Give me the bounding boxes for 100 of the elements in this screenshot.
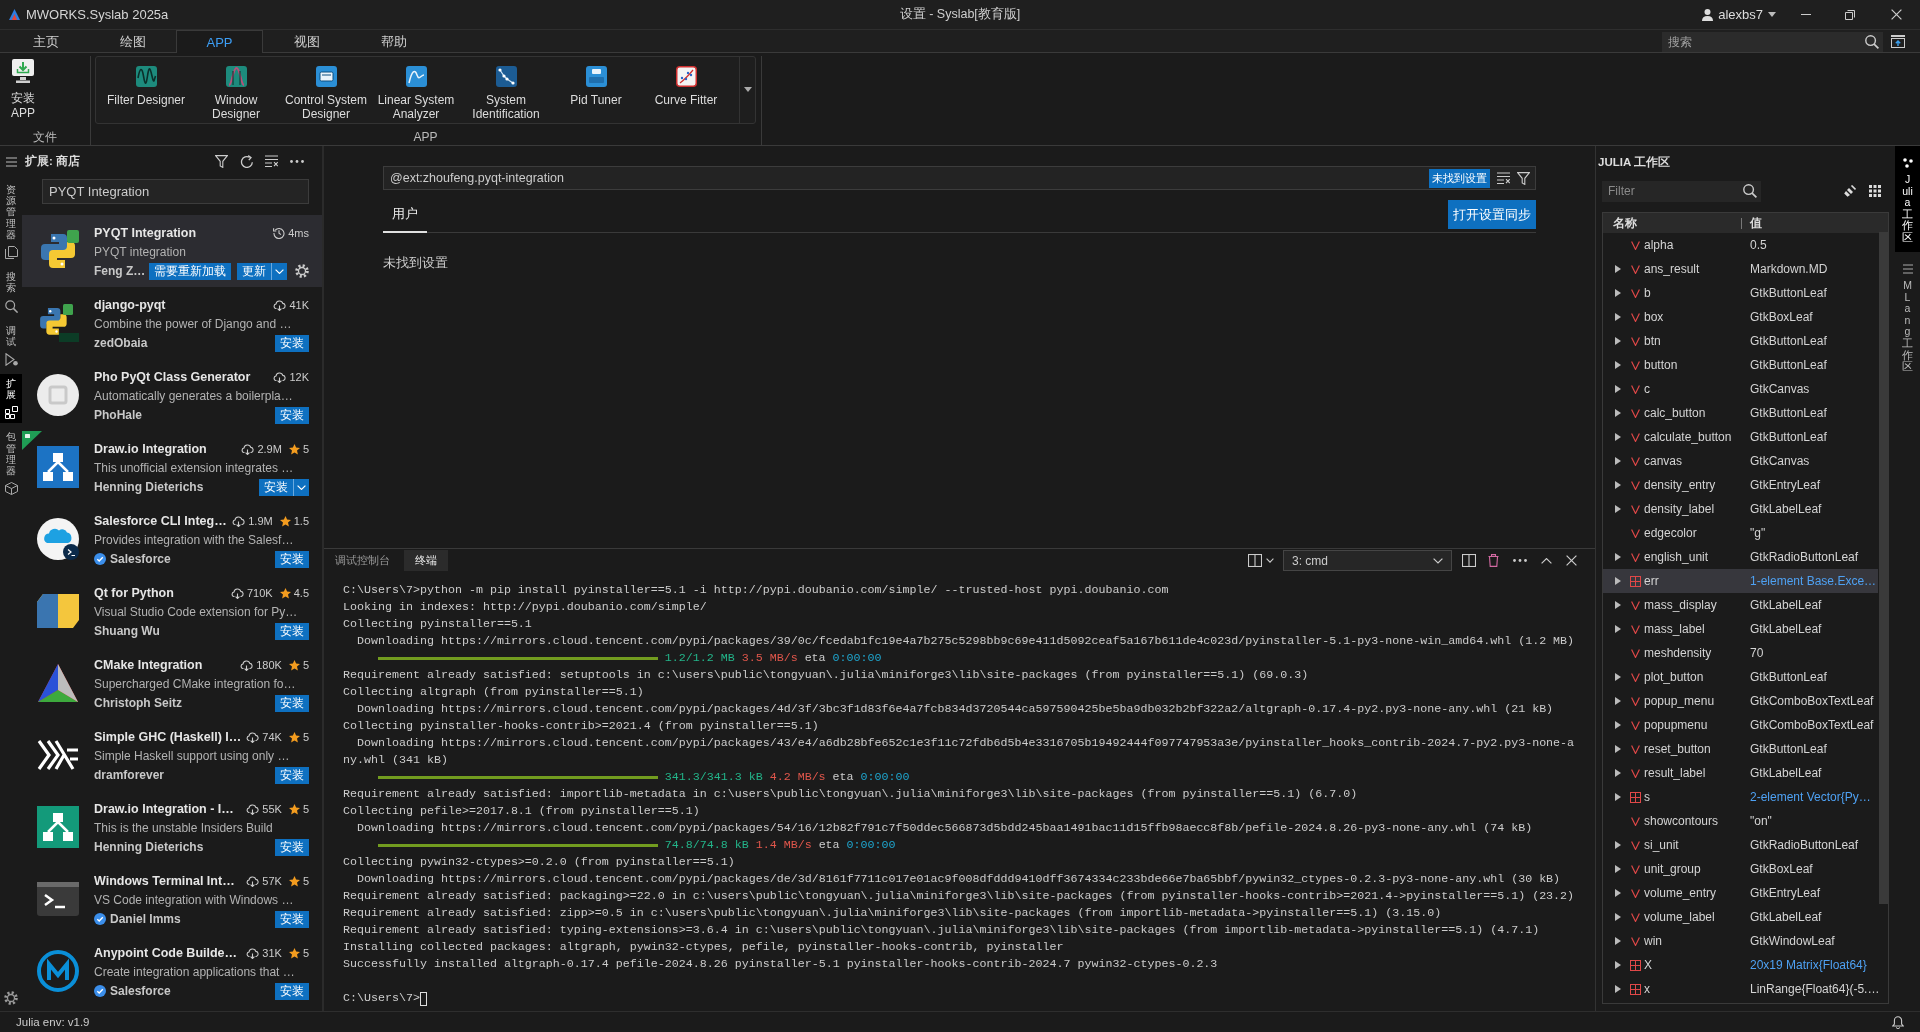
activity-tab[interactable]: 搜索 (0, 267, 22, 317)
variable-row[interactable]: edgecolor "g" (1603, 521, 1878, 545)
search-icon[interactable] (1865, 34, 1879, 49)
variable-row[interactable]: X 20x19 Matrix{Float64} (1603, 953, 1878, 977)
gallery-launcher[interactable]: Pid Tuner (551, 57, 641, 123)
variable-row[interactable]: s 2-element Vector{Py… (1603, 785, 1878, 809)
menu-icon[interactable] (5, 157, 17, 167)
install-button[interactable]: 安装 (275, 910, 309, 928)
expand-arrow-icon[interactable] (1615, 265, 1621, 273)
expand-arrow-icon[interactable] (1615, 505, 1621, 513)
variable-row[interactable]: volume_label GtkLabelLeaf (1603, 905, 1878, 929)
variable-row[interactable]: ans_result Markdown.MD (1603, 257, 1878, 281)
expand-arrow-icon[interactable] (1615, 697, 1621, 705)
variable-row[interactable]: reset_button GtkButtonLeaf (1603, 737, 1878, 761)
extension-search-field[interactable]: PYQT Integration (42, 179, 309, 204)
variable-row[interactable]: b GtkButtonLeaf (1603, 281, 1878, 305)
reload-button[interactable]: 需要重新加载 (149, 262, 231, 280)
close-icon[interactable] (1890, 9, 1902, 20)
variable-row[interactable]: popup_menu GtkComboBoxTextLeaf (1603, 689, 1878, 713)
settings-search-box[interactable]: @ext:zhoufeng.pyqt-integration 未找到设置 (383, 166, 1536, 190)
more-icon[interactable] (1513, 559, 1527, 562)
install-button[interactable]: 安装 (275, 550, 309, 568)
expand-arrow-icon[interactable] (1615, 337, 1621, 345)
expand-arrow-icon[interactable] (1615, 673, 1621, 681)
install-button[interactable]: 安装 (275, 694, 309, 712)
extension-item[interactable]: Pho PyQt Class Generator 12K Automatically generates a boilerpla… PhoHale 安装 (22, 359, 322, 431)
extension-item[interactable]: Simple GHC (Haskell) I… 74K 5 Simple Haskell support using only … dramforever 安装 (22, 719, 322, 791)
expand-arrow-icon[interactable] (1615, 601, 1621, 609)
user-icon[interactable] (1702, 8, 1714, 21)
expand-arrow-icon[interactable] (1615, 721, 1621, 729)
menu-tab[interactable]: APP (176, 30, 263, 53)
variable-row[interactable]: x LinRange{Float64}(-5.… (1603, 977, 1878, 1001)
variable-row[interactable]: mass_display GtkLabelLeaf (1603, 593, 1878, 617)
settings-icon[interactable] (4, 991, 18, 1005)
bell-icon[interactable] (1892, 1015, 1904, 1029)
variable-value[interactable]: 2-element Vector{Py… (1750, 790, 1878, 804)
extension-item[interactable]: Anypoint Code Builde… 31K 5 Create integration applications that … Salesforce 安装 (22, 935, 322, 1007)
expand-arrow-icon[interactable] (1615, 385, 1621, 393)
expand-arrow-icon[interactable] (1615, 577, 1621, 585)
variable-row[interactable]: err 1-element Base.Exce… (1603, 569, 1878, 593)
variable-row[interactable]: plot_button GtkButtonLeaf (1603, 665, 1878, 689)
variable-row[interactable]: meshdensity 70 (1603, 641, 1878, 665)
variable-row[interactable]: win GtkWindowLeaf (1603, 929, 1878, 953)
variable-row[interactable]: btn GtkButtonLeaf (1603, 329, 1878, 353)
side-tab[interactable]: Julia 工作区 (1895, 146, 1920, 253)
variable-row[interactable]: button GtkButtonLeaf (1603, 353, 1878, 377)
expand-arrow-icon[interactable] (1615, 313, 1621, 321)
split-terminal-icon[interactable] (1462, 554, 1476, 567)
variable-row[interactable]: canvas GtkCanvas (1603, 449, 1878, 473)
side-tab[interactable]: MLang 工作区 (1895, 252, 1920, 382)
expand-arrow-icon[interactable] (1615, 889, 1621, 897)
update-button[interactable]: 更新 (237, 262, 271, 280)
caret-icon[interactable] (1768, 12, 1776, 17)
variable-row[interactable]: english_unit GtkRadioButtonLeaf (1603, 545, 1878, 569)
more-icon[interactable] (290, 159, 304, 163)
variable-row[interactable]: calc_button GtkButtonLeaf (1603, 401, 1878, 425)
variable-row[interactable]: popupmenu GtkComboBoxTextLeaf (1603, 713, 1878, 737)
menu-tab[interactable]: 帮助 (350, 30, 437, 53)
variable-row[interactable]: box GtkBoxLeaf (1603, 305, 1878, 329)
extension-item[interactable]: Draw.io Integration - I… 55K 5 This is the unstable Insiders Build Henning Dieterichs 安装 (22, 791, 322, 863)
gallery-launcher[interactable]: Curve Fitter (641, 57, 731, 123)
filter-box[interactable]: Filter (1602, 180, 1761, 202)
close-icon[interactable] (1566, 555, 1577, 566)
expand-arrow-icon[interactable] (1615, 985, 1621, 993)
broom-icon[interactable] (1844, 185, 1856, 197)
variable-value[interactable]: 20x19 Matrix{Float64} (1750, 958, 1878, 972)
install-button[interactable]: 安装 (259, 478, 293, 496)
install-button[interactable]: 安装 (275, 406, 309, 424)
gallery-launcher[interactable]: Window Designer (191, 57, 281, 123)
dropdown-button[interactable] (271, 262, 287, 280)
grid-icon[interactable] (1869, 185, 1881, 197)
variable-row[interactable]: calculate_button GtkButtonLeaf (1603, 425, 1878, 449)
caret-icon[interactable] (1266, 558, 1274, 563)
settings-icon[interactable] (295, 264, 309, 278)
expand-arrow-icon[interactable] (1615, 553, 1621, 561)
install-button[interactable]: 安装 (275, 766, 309, 784)
expand-arrow-icon[interactable] (1615, 841, 1621, 849)
settings-tab[interactable]: 用户 (383, 206, 427, 233)
menu-tab[interactable]: 绘图 (89, 30, 176, 53)
environment-status[interactable]: Julia env: v1.9 (16, 1016, 90, 1028)
chevron-up-icon[interactable] (1541, 557, 1552, 564)
expand-arrow-icon[interactable] (1615, 745, 1621, 753)
expand-arrow-icon[interactable] (1615, 625, 1621, 633)
menu-tab[interactable]: 视图 (263, 30, 350, 53)
extension-item[interactable]: Windows Terminal Int… 57K 5 VS Code integration with Windows … Daniel Imms 安装 (22, 863, 322, 935)
menu-tab[interactable]: 主页 (2, 30, 89, 53)
search-icon[interactable] (1743, 184, 1757, 198)
filter-icon[interactable] (1517, 171, 1530, 185)
extension-item[interactable]: Salesforce CLI Integ… 1.9M 1.5 Provides integration with the Salesf… Salesforce 安装 (22, 503, 322, 575)
settings-search-input[interactable]: @ext:zhoufeng.pyqt-integration (390, 167, 1429, 189)
gallery-launcher[interactable]: Linear System Analyzer (371, 57, 461, 123)
clear-list-icon[interactable] (265, 155, 278, 167)
variable-row[interactable]: mass_label GtkLabelLeaf (1603, 617, 1878, 641)
filter-input[interactable]: Filter (1608, 180, 1743, 202)
variable-row[interactable]: volume_entry GtkEntryLeaf (1603, 881, 1878, 905)
restore-icon[interactable] (1845, 9, 1855, 20)
upload-icon[interactable] (1891, 35, 1905, 48)
caret-icon[interactable] (743, 87, 752, 92)
install-button[interactable]: 安装 (275, 622, 309, 640)
dropdown-button[interactable] (293, 478, 309, 496)
